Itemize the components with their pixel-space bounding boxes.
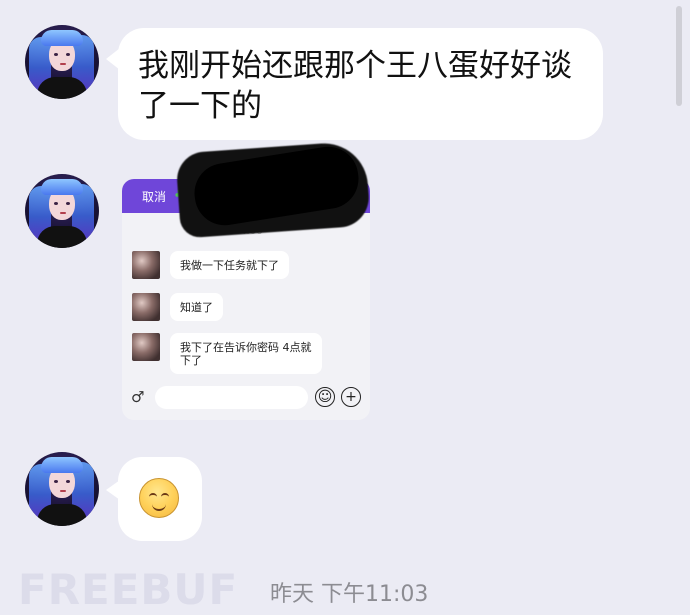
emoji-icon: ☺ [315, 387, 335, 407]
mini-bubble-text: 我下了在告诉你密码 4点就 下了 [170, 333, 322, 374]
avatar-lip [60, 212, 66, 214]
scrollbar[interactable] [676, 6, 682, 106]
avatar-bang [41, 30, 83, 46]
microphone-icon: ♂ [131, 388, 145, 406]
avatar-clothing [37, 77, 87, 99]
screenshot-cancel-label: 取消 [142, 190, 167, 204]
sender-avatar[interactable] [25, 174, 99, 248]
mini-avatar [132, 251, 160, 279]
sender-avatar[interactable] [25, 25, 99, 99]
avatar-eye [66, 480, 70, 483]
watermark: FREEBUF [18, 565, 239, 614]
emoji-message-bubble[interactable] [106, 457, 202, 541]
message-bubble[interactable]: 我刚开始还跟那个王八蛋好好谈了一下的 [106, 28, 603, 140]
smiley-eye [161, 493, 169, 500]
smiley-icon [139, 478, 179, 518]
plus-icon: + [341, 387, 361, 407]
avatar-eye [54, 53, 58, 56]
screenshot-input-bar: ♂ ☺ + [122, 380, 370, 420]
avatar-eye [66, 53, 70, 56]
avatar-eye [66, 202, 70, 205]
avatar-bang [41, 457, 83, 473]
avatar-clothing [37, 504, 87, 526]
timestamp: 昨天 下午11:03 [270, 582, 429, 607]
mini-bubble-text: 我做一下任务就下了 [170, 251, 289, 279]
smiley-eye [149, 493, 157, 500]
mini-avatar [132, 293, 160, 321]
avatar-eye [54, 202, 58, 205]
mini-avatar [132, 333, 160, 361]
avatar-lip [60, 63, 66, 65]
message-text: 我刚开始还跟那个王八蛋好好谈了一下的 [138, 48, 572, 124]
avatar-clothing [37, 226, 87, 248]
screenshot-input-field [155, 386, 308, 409]
mini-bubble-text: 知道了 [170, 293, 223, 321]
avatar-eye [54, 480, 58, 483]
sender-avatar[interactable] [25, 452, 99, 526]
avatar-bang [41, 179, 83, 195]
avatar-lip [60, 490, 66, 492]
smiley-mouth [152, 503, 166, 511]
